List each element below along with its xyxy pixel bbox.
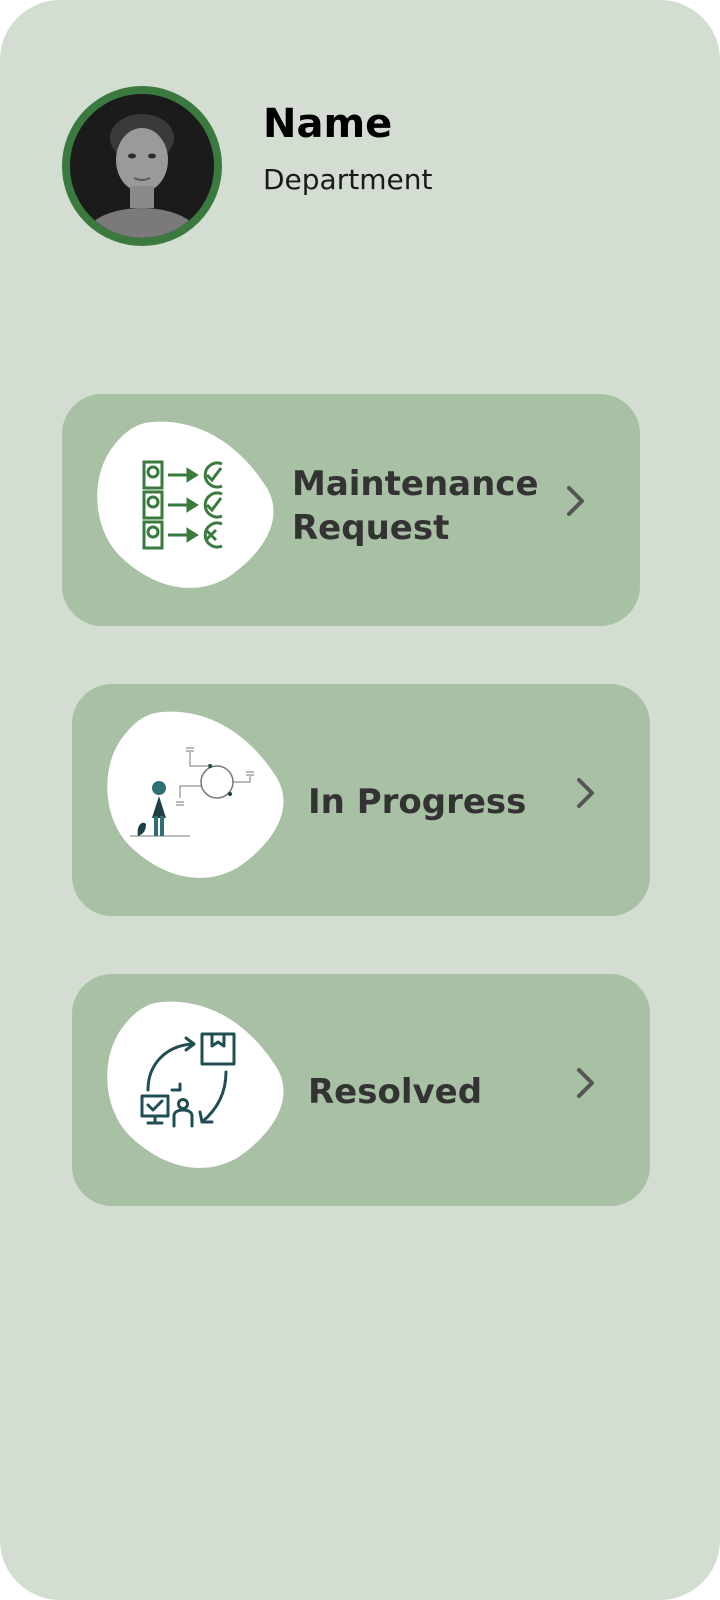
avatar-photo (70, 94, 214, 238)
resolved-card[interactable]: Resolved (72, 974, 650, 1206)
card-illustration (102, 708, 292, 882)
maintenance-request-card[interactable]: Maintenance Request (62, 394, 640, 626)
card-label: In Progress (308, 782, 527, 822)
chevron-right-icon[interactable] (574, 1066, 598, 1100)
card-illustration (102, 998, 292, 1172)
card-label: Resolved (308, 1072, 483, 1112)
profile-name: Name (263, 101, 393, 147)
profile-department: Department (263, 163, 433, 196)
chevron-right-icon[interactable] (564, 484, 588, 518)
in-progress-card[interactable]: In Progress (72, 684, 650, 916)
card-illustration (92, 418, 282, 592)
avatar[interactable] (62, 86, 222, 246)
app-screen: Name Department Maintenance Request In P… (0, 0, 720, 1600)
card-label: Maintenance Request (292, 464, 539, 548)
chevron-right-icon[interactable] (574, 776, 598, 810)
